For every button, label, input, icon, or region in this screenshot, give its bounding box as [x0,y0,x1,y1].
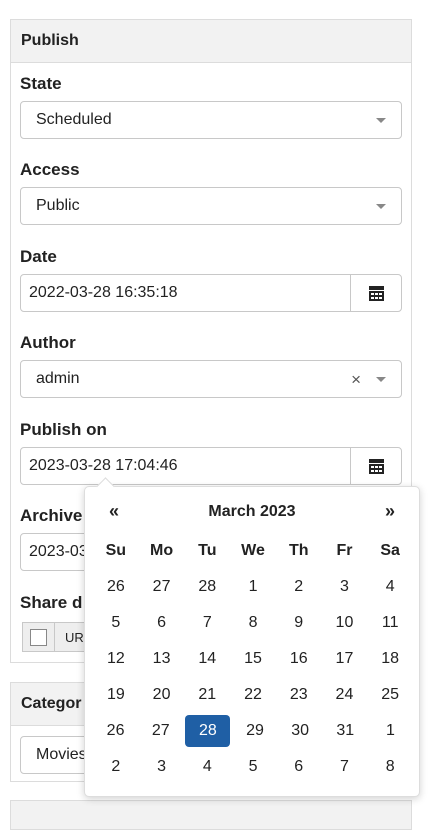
calendar-day[interactable]: 1 [230,569,276,605]
calendar-day[interactable]: 15 [230,641,276,677]
calendar-popup: « March 2023 » Su Mo Tu We Th Fr Sa 26 27 28 1 2 3 4… [84,477,420,797]
weekday-mo: Mo [150,542,174,559]
state-select[interactable]: Scheduled [20,101,402,139]
calendar-day[interactable]: 2 [93,749,139,785]
publish-on-calendar-button[interactable] [350,448,401,484]
calendar-day[interactable]: 1 [368,713,413,749]
chevron-down-icon [376,377,386,382]
calendar-day[interactable]: 19 [93,677,139,713]
date-calendar-button[interactable] [350,275,401,311]
date-field: 2022-03-28 16:35:18 [20,274,402,312]
date-input[interactable]: 2022-03-28 16:35:18 [21,275,350,311]
state-label: State [20,74,62,93]
calendar-day[interactable]: 13 [139,641,185,677]
clear-icon[interactable]: × [351,370,361,390]
chevron-down-icon [376,204,386,209]
calendar-day[interactable]: 27 [138,713,183,749]
calendar-day[interactable]: 5 [93,605,139,641]
author-value: admin [36,370,80,387]
weekday-we: We [241,542,265,559]
calendar-day[interactable]: 6 [276,749,322,785]
checkbox-box [30,628,47,646]
calendar-week-row: 12 13 14 15 16 17 18 [93,641,413,677]
publish-on-field: 2023-03-28 17:04:46 [20,447,402,485]
calendar-day[interactable]: 22 [230,677,276,713]
author-label: Author [20,333,76,352]
calendar-icon [368,285,384,301]
weekday-tu: Tu [198,542,217,559]
calendar-week-row: 5 6 7 8 9 10 11 [93,605,413,641]
access-value: Public [36,197,80,214]
date-label: Date [20,247,57,266]
calendar-day[interactable]: 6 [139,605,185,641]
share-checkbox[interactable] [22,622,55,652]
next-month-button[interactable]: » [385,501,395,522]
calendar-icon [368,458,384,474]
calendar-day[interactable]: 11 [367,605,413,641]
weekday-sa: Sa [380,542,400,559]
calendar-day[interactable]: 23 [276,677,322,713]
calendar-day[interactable]: 21 [184,677,230,713]
calendar-day[interactable]: 4 [184,749,230,785]
calendar-day[interactable]: 3 [322,569,368,605]
calendar-day[interactable]: 12 [93,641,139,677]
archive-label: Archive [20,506,83,525]
calendar-day[interactable]: 26 [93,569,139,605]
state-value: Scheduled [36,111,112,128]
calendar-week-row: 2345678 [93,749,413,785]
calendar-month-title: March 2023 [208,503,296,520]
chevron-down-icon [376,118,386,123]
calendar-day[interactable]: 8 [230,605,276,641]
calendar-day[interactable]: 9 [276,605,322,641]
calendar-day[interactable]: 4 [367,569,413,605]
category-value: Movies [36,746,87,763]
calendar-day[interactable]: 20 [139,677,185,713]
calendar-day[interactable]: 25 [367,677,413,713]
calendar-day[interactable]: 2 [276,569,322,605]
calendar-day[interactable]: 3 [139,749,185,785]
calendar-day[interactable]: 29 [232,713,277,749]
calendar-day[interactable]: 10 [322,605,368,641]
weekday-fr: Fr [336,542,353,559]
calendar-week-row: 26 27 28 1 2 3 4 [93,569,413,605]
calendar-day[interactable]: 18 [367,641,413,677]
publish-on-label: Publish on [20,420,107,439]
calendar-week-row: 19 20 21 22 23 24 25 [93,677,413,713]
calendar-grid: Su Mo Tu We Th Fr Sa 26 27 28 1 2 3 4 5 6 7 8 9 10 11 12 13 14… [93,533,413,785]
calendar-day[interactable]: 31 [323,713,368,749]
publish-on-input[interactable]: 2023-03-28 17:04:46 [21,448,350,484]
weekday-su: Su [105,542,127,559]
calendar-day[interactable]: 7 [322,749,368,785]
calendar-day[interactable]: 24 [322,677,368,713]
calendar-day-selected[interactable]: 28 [185,715,231,747]
calendar-day[interactable]: 28 [184,569,230,605]
access-label: Access [20,160,80,179]
calendar-day[interactable]: 8 [367,749,413,785]
calendar-day[interactable]: 27 [139,569,185,605]
publish-panel-title: Publish [11,20,411,63]
share-label: Share d [20,593,83,612]
calendar-day[interactable]: 17 [322,641,368,677]
calendar-day[interactable]: 30 [278,713,323,749]
access-select[interactable]: Public [20,187,402,225]
weekday-row: Su Mo Tu We Th Fr Sa [93,533,413,569]
calendar-header: « March 2023 » [85,501,419,525]
weekday-th: Th [288,542,309,559]
calendar-day[interactable]: 14 [184,641,230,677]
calendar-day[interactable]: 26 [93,713,138,749]
calendar-day[interactable]: 7 [184,605,230,641]
author-select[interactable]: admin × [20,360,402,398]
calendar-day[interactable]: 16 [276,641,322,677]
next-panel [10,800,412,830]
calendar-week-row: 26 27 28 29 30 31 1 [93,713,413,749]
calendar-day[interactable]: 5 [230,749,276,785]
